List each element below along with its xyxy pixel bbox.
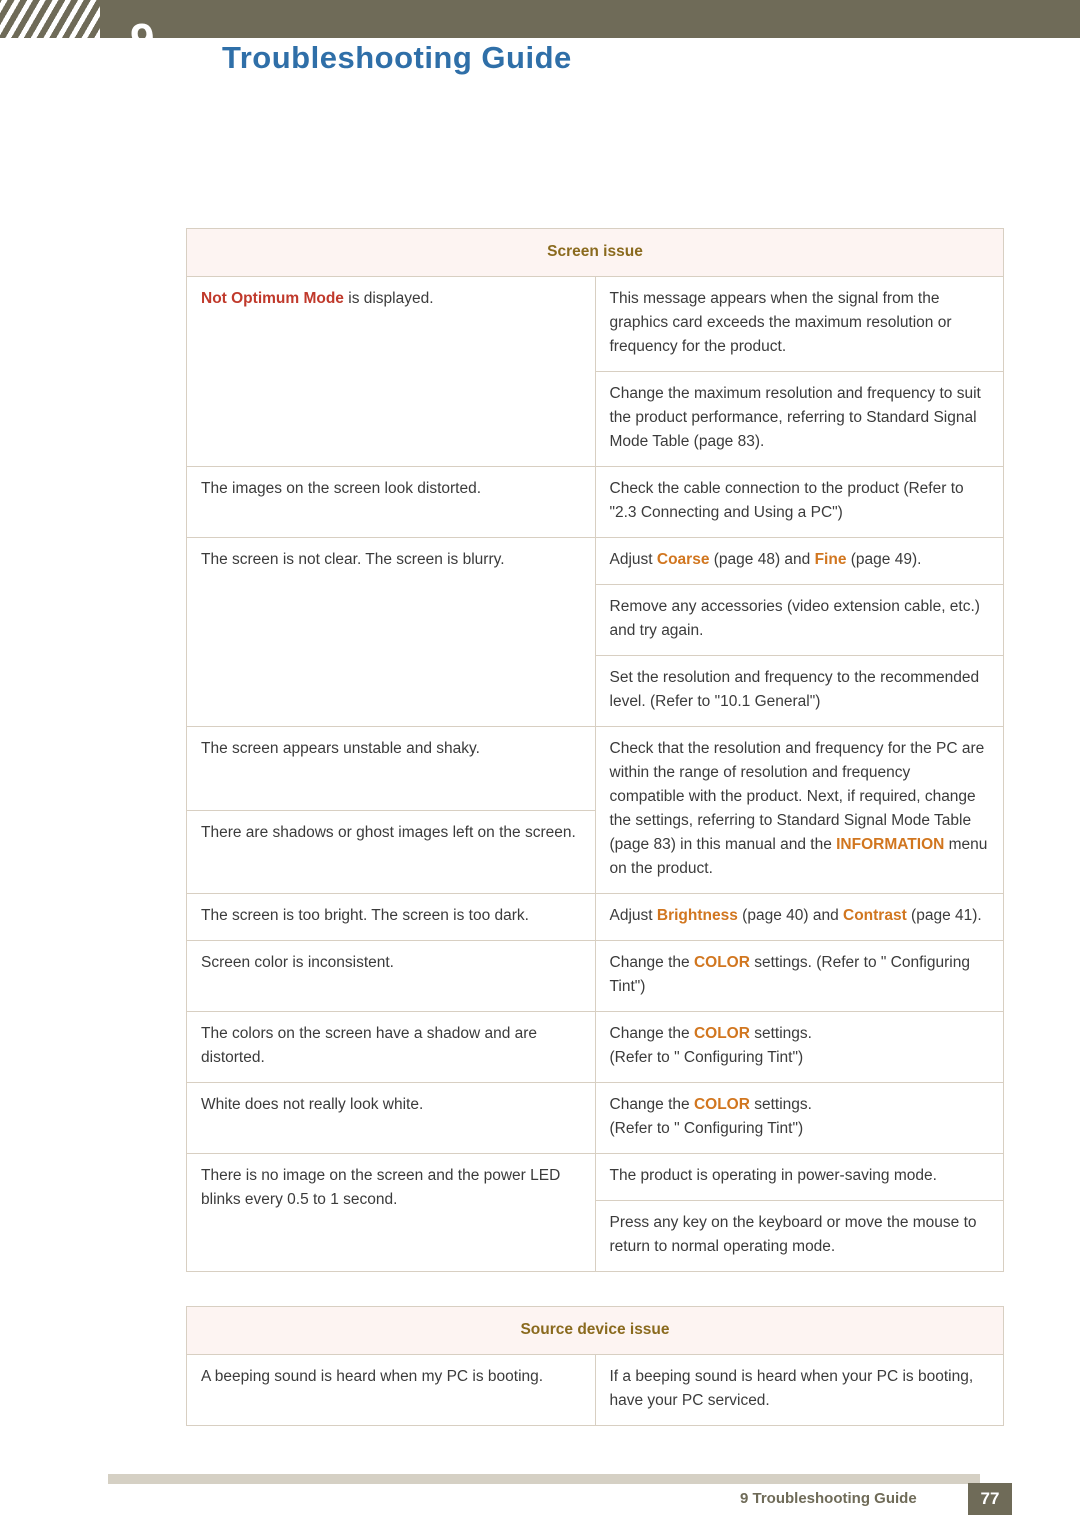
solution-cell: This message appears when the signal fro… [594, 276, 1004, 372]
symptom-cell: The screen is not clear. The screen is b… [186, 537, 596, 727]
table-gap [187, 1272, 1004, 1307]
solution-cell: If a beeping sound is heard when your PC… [594, 1354, 1004, 1426]
symptom-cell: The screen is too bright. The screen is … [186, 893, 596, 941]
table-row: Not Optimum Mode is displayed. This mess… [186, 276, 1004, 467]
footer-chapter-label: 9 Troubleshooting Guide [740, 1490, 917, 1507]
solution-text-change: Change the [609, 954, 694, 971]
section-header-source-device-issue: Source device issue [186, 1306, 1004, 1355]
solution-text-settings: settings. [749, 1096, 812, 1113]
header-hatch-pattern [0, 0, 100, 38]
solution-text-change: Change the [609, 1025, 694, 1042]
solution-text-page41: (page 41). [906, 907, 982, 924]
table-row: Screen color is inconsistent. Change the… [186, 940, 1004, 1012]
table-row: The colors on the screen have a shadow a… [186, 1011, 1004, 1083]
table-row: White does not really look white. Change… [186, 1082, 1004, 1154]
symptom-cell: A beeping sound is heard when my PC is b… [186, 1354, 596, 1426]
term-brightness: Brightness [656, 907, 738, 924]
solution-text-refer: (Refer to " Configuring Tint") [609, 1120, 804, 1137]
solution-text-adjust: Adjust [609, 551, 657, 568]
solution-text-page48: (page 48) and [709, 551, 815, 568]
page-title: Troubleshooting Guide [222, 40, 572, 75]
page-number-badge: 77 [968, 1483, 1012, 1515]
term-color: COLOR [693, 954, 750, 971]
solution-text-page40: (page 40) and [737, 907, 843, 924]
solution-cell: Change the maximum resolution and freque… [594, 371, 1004, 467]
symptom-cell: The screen appears unstable and shaky. [186, 726, 596, 811]
solution-text-change: Change the [609, 1096, 694, 1113]
symptom-cell: The images on the screen look distorted. [186, 466, 596, 538]
table-row: There is no image on the screen and the … [186, 1153, 1004, 1272]
solution-text-page49: (page 49). [846, 551, 922, 568]
solution-text-refer: (Refer to " Configuring Tint") [609, 1049, 804, 1066]
solution-cell: Check the cable connection to the produc… [594, 466, 1004, 538]
solution-cell: Adjust Brightness (page 40) and Contrast… [594, 893, 1004, 941]
table-gap-cell [187, 1272, 1004, 1307]
symptom-cell: There is no image on the screen and the … [186, 1153, 596, 1272]
solution-cell: Change the COLOR settings. (Refer to " C… [594, 1011, 1004, 1083]
term-color: COLOR [693, 1096, 750, 1113]
section-header-label: Source device issue [186, 1306, 1004, 1355]
solution-text-adjust: Adjust [609, 907, 657, 924]
term-not-optimum-mode: Not Optimum Mode [201, 290, 344, 307]
solution-cell: Change the COLOR settings. (Refer to " C… [594, 1082, 1004, 1154]
troubleshooting-table-container: Screen issue Not Optimum Mode is display… [186, 228, 1004, 1426]
solution-cell: Check that the resolution and frequency … [594, 726, 1004, 894]
chapter-number: 9 [130, 15, 155, 64]
term-information: INFORMATION [836, 836, 945, 853]
symptom-cell: The colors on the screen have a shadow a… [186, 1011, 596, 1083]
symptom-text: is displayed. [343, 290, 434, 307]
symptom-cell: Screen color is inconsistent. [186, 940, 596, 1012]
section-header-label: Screen issue [186, 228, 1004, 277]
term-color: COLOR [693, 1025, 750, 1042]
table-row: The screen appears unstable and shaky. C… [186, 726, 1004, 894]
section-header-screen-issue: Screen issue [186, 228, 1004, 277]
solution-cell: Set the resolution and frequency to the … [594, 655, 1004, 727]
solution-cell: Remove any accessories (video extension … [594, 584, 1004, 656]
table-row: A beeping sound is heard when my PC is b… [186, 1354, 1004, 1426]
symptom-cell: There are shadows or ghost images left o… [186, 809, 596, 894]
footer-divider [108, 1474, 980, 1484]
solution-cell: Adjust Coarse (page 48) and Fine (page 4… [594, 537, 1004, 585]
troubleshooting-table: Screen issue Not Optimum Mode is display… [186, 228, 1004, 1426]
symptom-cell: Not Optimum Mode is displayed. [186, 276, 596, 467]
table-row: The screen is too bright. The screen is … [186, 893, 1004, 941]
term-coarse: Coarse [656, 551, 710, 568]
term-contrast: Contrast [843, 907, 907, 924]
solution-cell: The product is operating in power-saving… [594, 1153, 1004, 1201]
table-row: The images on the screen look distorted.… [186, 466, 1004, 538]
solution-text-settings: settings. [749, 1025, 812, 1042]
solution-cell: Press any key on the keyboard or move th… [594, 1200, 1004, 1272]
solution-cell: Change the COLOR settings. (Refer to " C… [594, 940, 1004, 1012]
symptom-cell: White does not really look white. [186, 1082, 596, 1154]
page-header-bar [0, 0, 1080, 38]
table-row: The screen is not clear. The screen is b… [186, 537, 1004, 727]
term-fine: Fine [814, 551, 847, 568]
